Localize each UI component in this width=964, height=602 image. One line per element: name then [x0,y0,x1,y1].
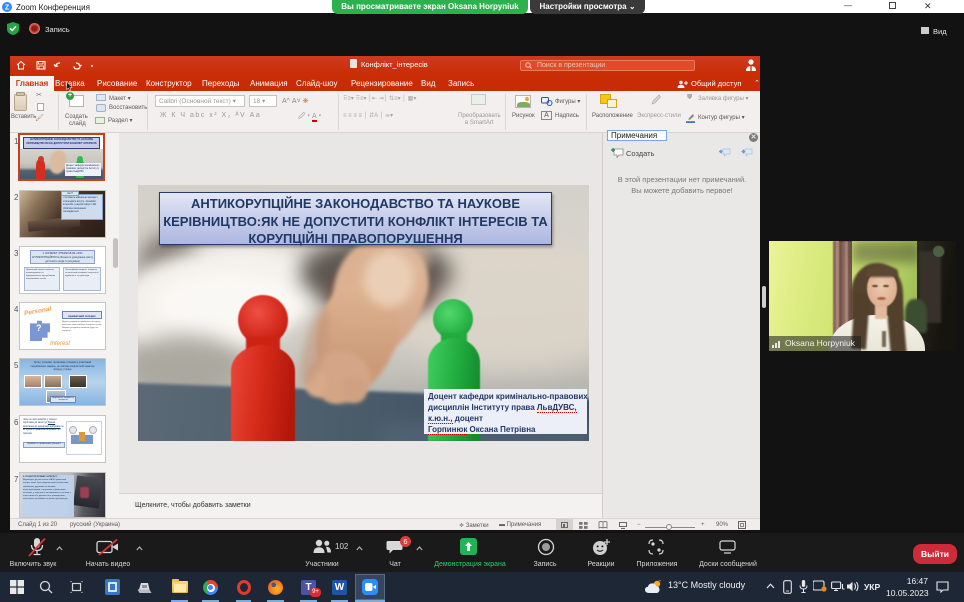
svg-text:Z: Z [5,5,10,12]
